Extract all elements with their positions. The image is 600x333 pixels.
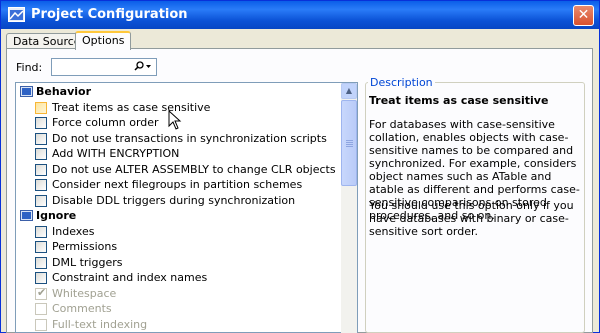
option-label: Treat items as case sensitive bbox=[52, 100, 211, 114]
option-checkbox[interactable] bbox=[35, 194, 47, 207]
window-title: Project Configuration bbox=[31, 7, 188, 22]
group-label: Ignore bbox=[36, 209, 77, 222]
scroll-up-button[interactable]: ▲ bbox=[341, 83, 357, 99]
mouse-cursor-icon bbox=[168, 110, 182, 130]
option-row[interactable]: Do not use ALTER ASSEMBLY to change CLR … bbox=[16, 162, 341, 178]
option-checkbox[interactable] bbox=[35, 179, 47, 191]
option-label: Permissions bbox=[52, 240, 118, 253]
description-legend: Description bbox=[368, 76, 435, 89]
app-icon bbox=[8, 7, 25, 22]
option-label: Full-text indexing bbox=[52, 317, 148, 331]
option-row[interactable]: Consider next filegroups in partition sc… bbox=[16, 177, 341, 193]
option-label: Consider next filegroups in partition sc… bbox=[52, 178, 303, 191]
option-checkbox[interactable] bbox=[35, 117, 47, 129]
option-checkbox[interactable] bbox=[35, 101, 47, 114]
option-label: Add WITH ENCRYPTION bbox=[52, 147, 180, 160]
group-label: Behavior bbox=[36, 85, 92, 98]
option-label: Comments bbox=[52, 302, 112, 315]
tab-options[interactable]: Options bbox=[75, 31, 132, 50]
option-checkbox[interactable] bbox=[35, 303, 47, 315]
option-checkbox[interactable] bbox=[35, 318, 47, 331]
option-row[interactable]: Disable DDL triggers during synchronizat… bbox=[16, 193, 341, 209]
options-list[interactable]: Behavior Treat items as case sensitive For… bbox=[15, 82, 358, 333]
close-button[interactable]: ✕ bbox=[573, 5, 594, 26]
group-folder-icon bbox=[20, 86, 33, 97]
option-checkbox[interactable] bbox=[35, 148, 47, 160]
option-label: Do not use transactions in synchronizati… bbox=[52, 131, 327, 145]
option-row[interactable]: Add WITH ENCRYPTION bbox=[16, 146, 341, 162]
description-paragraph: You should use this option only if you h… bbox=[369, 199, 574, 238]
group-folder-icon bbox=[20, 210, 33, 221]
title-bar[interactable]: Project Configuration ✕ bbox=[1, 1, 599, 29]
option-row[interactable]: Full-text indexing bbox=[16, 317, 341, 333]
description-title: Treat items as case sensitive bbox=[369, 94, 549, 107]
tab-label: Options bbox=[82, 34, 125, 47]
option-row[interactable]: ✔ Whitespace bbox=[16, 286, 341, 302]
option-checkbox[interactable] bbox=[35, 225, 47, 238]
checkmark-icon: ✔ bbox=[37, 285, 47, 299]
find-label: Find: bbox=[16, 61, 43, 74]
close-icon: ✕ bbox=[577, 7, 590, 23]
option-label: Constraint and index names bbox=[52, 271, 208, 284]
option-label: DML triggers bbox=[52, 255, 123, 269]
option-row[interactable]: Comments bbox=[16, 301, 341, 317]
option-row[interactable]: Indexes bbox=[16, 224, 341, 240]
option-row[interactable]: Permissions bbox=[16, 239, 341, 255]
option-label: Whitespace bbox=[52, 286, 117, 300]
group-header[interactable]: Behavior bbox=[16, 84, 341, 100]
option-label: Force column order bbox=[52, 116, 159, 129]
option-label: Disable DDL triggers during synchronizat… bbox=[52, 193, 296, 207]
option-checkbox[interactable] bbox=[35, 132, 47, 145]
options-scrollbar[interactable]: ▲ bbox=[341, 83, 357, 333]
option-checkbox[interactable] bbox=[35, 256, 47, 269]
scroll-thumb[interactable] bbox=[341, 100, 357, 186]
group-header[interactable]: Ignore bbox=[16, 208, 341, 224]
option-label: Do not use ALTER ASSEMBLY to change CLR … bbox=[52, 162, 336, 176]
option-checkbox[interactable] bbox=[35, 272, 47, 284]
option-checkbox[interactable]: ✔ bbox=[35, 285, 47, 300]
option-checkbox[interactable] bbox=[35, 163, 47, 176]
option-row[interactable]: DML triggers bbox=[16, 255, 341, 271]
option-row[interactable]: Constraint and index names bbox=[16, 270, 341, 286]
option-row[interactable]: Do not use transactions in synchronizati… bbox=[16, 131, 341, 147]
option-checkbox[interactable] bbox=[35, 241, 47, 253]
option-label: Indexes bbox=[52, 224, 95, 238]
search-icon[interactable] bbox=[132, 60, 152, 74]
